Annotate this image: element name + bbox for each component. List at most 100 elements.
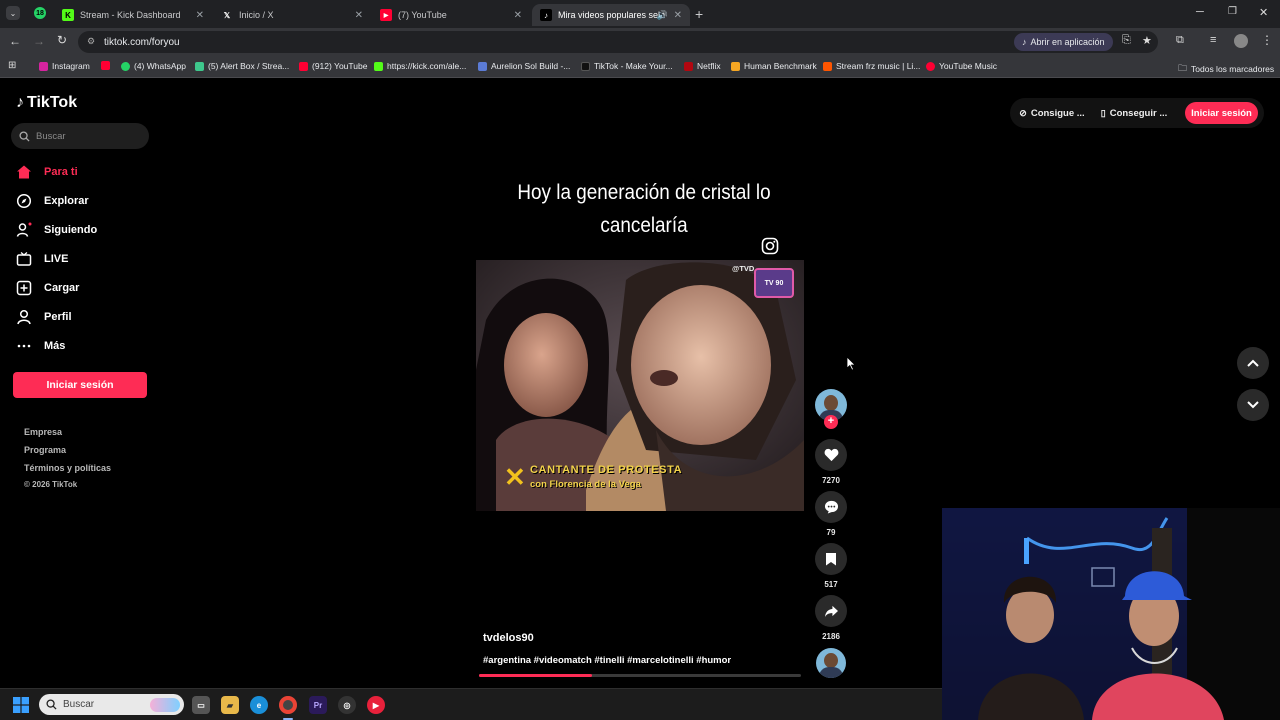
get-app-button[interactable]: ▯ Conseguir ... [1094, 102, 1174, 124]
sidebar-login-button[interactable]: Iniciar sesión [13, 372, 147, 398]
open-in-app-button[interactable]: ♪ Abrir en aplicación [1014, 33, 1113, 51]
bookmark-instagram[interactable]: Instagram [39, 61, 90, 71]
menu-icon[interactable]: ⋮ [1261, 33, 1273, 47]
header-login-button[interactable]: Iniciar sesión [1185, 102, 1258, 124]
bookmark-tiktok[interactable]: TikTok - Make Your... [581, 61, 673, 71]
close-tab-icon[interactable]: ✕ [674, 10, 682, 21]
file-explorer-icon[interactable]: ▰ [221, 696, 239, 714]
youtube-icon: ▶ [380, 9, 392, 21]
bookmark-star-icon[interactable]: ★ [1142, 34, 1152, 47]
reload-icon[interactable]: ↻ [57, 33, 67, 47]
forward-icon[interactable]: → [33, 34, 45, 48]
new-tab-icon[interactable]: + [695, 6, 703, 22]
edge-browser-icon[interactable]: e [250, 696, 268, 714]
windows-taskbar: Buscar ▭ ▰ e Pr ◎ ▶ [0, 688, 942, 720]
nav-label: Perfil [44, 311, 72, 323]
footer-link-terminos[interactable]: Términos y políticas [24, 463, 111, 473]
home-icon [17, 165, 31, 179]
follow-plus-icon[interactable]: + [824, 415, 838, 429]
back-icon[interactable]: ← [9, 34, 21, 48]
next-video-button[interactable] [1237, 389, 1269, 421]
youtube-music-app-icon[interactable]: ▶ [367, 696, 385, 714]
bookmark-youtube-music[interactable]: YouTube Music [926, 61, 997, 71]
address-field[interactable]: ⚙ tiktok.com/foryou ♪ Abrir en aplicació… [78, 31, 1158, 53]
bookmark-aurelion[interactable]: Aurelion Sol Build -... [478, 61, 570, 71]
search-input[interactable]: Buscar [11, 123, 149, 149]
task-view-icon[interactable]: ▭ [192, 696, 210, 714]
bookmark-label: Netflix [697, 61, 721, 71]
taskbar-search[interactable]: Buscar [39, 694, 184, 715]
bookmark-human-benchmark[interactable]: Human Benchmark [731, 61, 817, 71]
nav-explorar[interactable]: Explorar [16, 193, 89, 209]
tab-label: Inicio / X [239, 10, 274, 20]
tab-x[interactable]: 𝕏 Inicio / X ✕ [213, 4, 371, 26]
close-tab-icon[interactable]: ✕ [196, 10, 204, 21]
like-button[interactable] [815, 439, 847, 471]
tab-tiktok[interactable]: ♪ Mira videos populares sele 🔊 ✕ [532, 4, 690, 26]
previous-video-button[interactable] [1237, 347, 1269, 379]
bookmark-stream-music[interactable]: Stream frz music | Li... [823, 61, 920, 71]
bookmark-alertbox[interactable]: (5) Alert Box / Strea... [195, 61, 289, 71]
whatsapp-tab-icon[interactable]: 18 [34, 7, 46, 19]
bookmark-netflix[interactable]: Netflix [684, 61, 721, 71]
youtube-music-icon [926, 61, 935, 71]
nav-live[interactable]: LIVE [16, 251, 68, 267]
windows-start-icon[interactable] [13, 697, 29, 713]
chrome-browser-icon[interactable] [279, 696, 297, 714]
overlay-title: CANTANTE DE PROTESTA [530, 464, 683, 476]
nav-para-ti[interactable]: Para ti [16, 164, 78, 180]
comment-button[interactable] [815, 491, 847, 523]
video-player[interactable]: TV 90 @TVD ✕ CANTANTE DE PROTESTA con Fl… [476, 260, 804, 511]
bookmark-kick[interactable]: https://kick.com/ale... [374, 61, 466, 71]
video-watermark: @TVD [732, 264, 755, 273]
taskbar-search-placeholder: Buscar [63, 699, 95, 710]
footer-link-programa[interactable]: Programa [24, 445, 66, 455]
footer-link-empresa[interactable]: Empresa [24, 427, 62, 437]
mouse-cursor-icon [846, 356, 856, 371]
bookmark-youtube-2[interactable]: (912) YouTube [299, 61, 367, 71]
translate-icon[interactable]: ⎘ [1122, 34, 1131, 47]
bookmark-label: (4) WhatsApp [134, 61, 186, 71]
tab-label: Stream - Kick Dashboard [80, 10, 181, 20]
tab-youtube[interactable]: ▶ (7) YouTube ✕ [372, 4, 530, 26]
obs-icon[interactable]: ◎ [338, 696, 356, 714]
bookmark-whatsapp[interactable]: (4) WhatsApp [121, 61, 186, 71]
tab-search-icon[interactable]: ⌄ [6, 6, 20, 20]
video-hashtags[interactable]: #argentina #videomatch #tinelli #marcelo… [483, 655, 731, 666]
soundcloud-icon [823, 61, 832, 71]
bookmark-icon [826, 553, 836, 566]
nav-siguiendo[interactable]: Siguiendo [16, 222, 97, 238]
share-button[interactable] [815, 595, 847, 627]
more-icon [17, 344, 31, 348]
premiere-pro-icon[interactable]: Pr [309, 696, 327, 714]
webcam-feed [942, 508, 1280, 720]
live-tv-icon [16, 252, 32, 266]
audio-playing-icon[interactable]: 🔊 [657, 10, 668, 21]
video-author[interactable]: tvdelos90 [483, 632, 534, 644]
get-app-label: Conseguir ... [1109, 107, 1168, 119]
close-tab-icon[interactable]: ✕ [514, 10, 522, 21]
tiktok-logo[interactable]: ♪ TikTok [16, 94, 77, 112]
close-tab-icon[interactable]: ✕ [355, 10, 363, 21]
apps-grid-icon[interactable]: ⊞ [8, 60, 16, 71]
tab-kick-dashboard[interactable]: K Stream - Kick Dashboard ✕ [54, 4, 212, 26]
extensions-icon[interactable]: ⧉ [1176, 34, 1184, 47]
restore-icon[interactable]: ❐ [1228, 6, 1237, 17]
nav-label: Explorar [44, 195, 89, 207]
copyright: © 2026 TikTok [24, 480, 78, 489]
nav-cargar[interactable]: Cargar [16, 280, 79, 296]
nav-perfil[interactable]: Perfil [16, 309, 72, 325]
video-progress-track[interactable] [479, 674, 801, 677]
site-info-icon[interactable]: ⚙ [87, 36, 95, 47]
bookmark-label: Instagram [52, 61, 90, 71]
minimize-icon[interactable]: ─ [1196, 6, 1204, 18]
media-controls-icon[interactable]: ≡ [1210, 34, 1216, 46]
bookmark-youtube[interactable] [101, 61, 110, 70]
sound-disc-avatar[interactable] [816, 648, 846, 678]
save-button[interactable] [815, 543, 847, 575]
close-window-icon[interactable]: ✕ [1259, 6, 1268, 19]
nav-mas[interactable]: Más [16, 338, 65, 354]
get-coins-button[interactable]: ⊘ Consigue ... [1014, 102, 1090, 124]
all-bookmarks-folder[interactable]: 🗀 Todos los marcadores [1178, 61, 1274, 77]
profile-avatar[interactable] [1234, 34, 1248, 48]
